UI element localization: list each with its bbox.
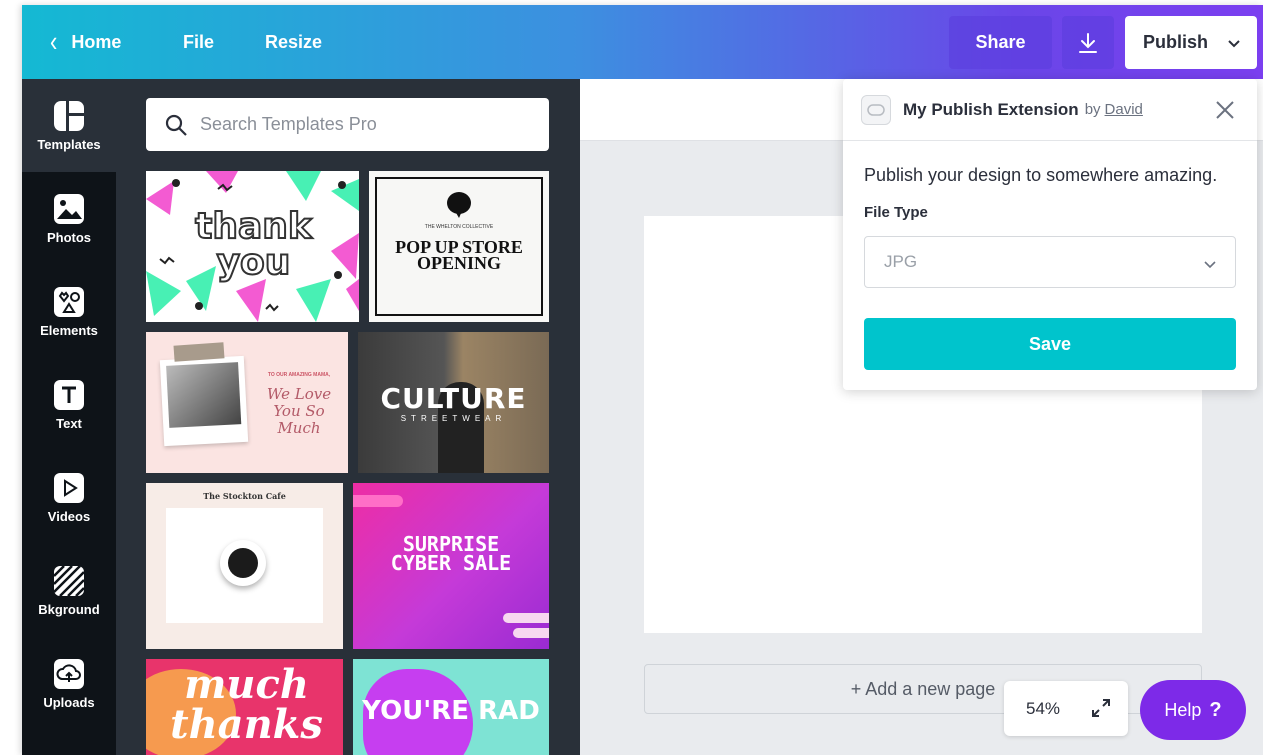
help-label: Help [1164,699,1202,720]
rail-label: Templates [37,136,101,152]
help-mark: ? [1209,698,1222,721]
popover-description: Publish your design to somewhere amazing… [864,165,1218,185]
videos-icon [54,472,84,503]
speech-bubble-icon [447,192,471,218]
template-title: The Stockton Cafe [203,491,286,501]
text-icon [54,379,84,410]
template-thumbnail[interactable]: TO OUR AMAZING MAMA, We Love You So Much [146,332,348,473]
rail-item-videos[interactable]: Videos [22,451,116,544]
templates-icon [54,100,84,131]
save-button[interactable]: Save [864,318,1236,370]
rail-label: Bkground [38,601,100,617]
side-rail: Templates Photos Elements Text Videos Bk… [22,79,116,755]
extension-icon [861,94,891,125]
zoom-control[interactable]: 54% [1004,681,1128,736]
template-brand: THE WHELTON COLLECTIVE [424,224,494,230]
editor-window: ‹ Home File Resize Share Publish Templat… [22,5,1263,755]
template-title: We Love You So Much [266,385,332,437]
help-button[interactable]: Help ? [1140,680,1246,740]
rail-item-uploads[interactable]: Uploads [22,637,116,730]
template-search[interactable] [146,98,549,151]
file-type-select[interactable]: JPG [864,236,1236,288]
template-thumbnail[interactable]: SURPRISE CYBER SALE [353,483,549,649]
search-icon [165,114,187,136]
rail-label: Videos [47,508,91,524]
search-input[interactable] [200,114,520,135]
download-icon [1079,32,1097,53]
file-type-label: File Type [864,204,928,221]
uploads-icon [54,658,84,689]
rail-item-background[interactable]: Bkground [22,544,116,637]
template-title: thank you [194,206,313,283]
rail-label: Elements [40,322,98,338]
publish-button[interactable]: Publish [1125,16,1257,69]
resize-button[interactable]: Resize [265,5,322,79]
download-button[interactable] [1062,16,1114,69]
rail-label: Uploads [43,694,95,710]
popover-by: by [1084,101,1101,118]
rail-label: Text [56,415,82,431]
popover-header: My Publish Extension by David [843,79,1257,141]
zoom-level: 54% [1026,698,1061,718]
photo-frame [159,355,249,447]
publish-popover: My Publish Extension by David Publish yo… [843,79,1257,390]
template-kicker: TO OUR AMAZING MAMA, [267,372,331,378]
chevron-left-icon: ‹ [50,25,58,58]
top-bar: ‹ Home File Resize Share Publish [22,5,1263,79]
expand-icon[interactable] [1090,697,1112,719]
photos-icon [54,193,84,224]
rail-item-text[interactable]: Text [22,358,116,451]
template-title: much thanks [170,661,323,748]
coffee-cup [220,540,266,586]
template-thumbnail[interactable]: thank you [146,171,359,322]
file-menu[interactable]: File [183,5,214,79]
template-title: CULTURE [380,382,527,415]
template-thumbnail[interactable]: much thanks [146,659,343,755]
chevron-down-icon [1204,261,1216,269]
publish-label: Publish [1143,32,1209,52]
rail-item-photos[interactable]: Photos [22,172,116,265]
file-type-value: JPG [884,252,918,271]
template-thumbnail[interactable]: CULTURE STREETWEAR [358,332,549,473]
template-title: POP UP STORE OPENING [395,237,523,273]
chevron-down-icon [1228,40,1240,48]
photo [166,362,242,428]
templates-panel: thank you THE WHELTON COLLECTIVE POP UP … [116,79,580,755]
template-thumbnail[interactable]: YOU'RE RAD [353,659,549,755]
close-icon[interactable] [1215,100,1235,120]
home-button[interactable]: ‹ Home [50,5,121,79]
template-subtitle: STREETWEAR [400,414,507,423]
template-thumbnail[interactable]: THE WHELTON COLLECTIVE POP UP STORE OPEN… [369,171,549,322]
popover-title: My Publish Extension [903,99,1079,119]
template-thumbnail[interactable]: The Stockton Cafe [146,483,343,649]
share-button[interactable]: Share [949,16,1052,69]
author-link[interactable]: David [1105,101,1143,118]
rail-item-elements[interactable]: Elements [22,265,116,358]
home-label: Home [71,31,122,52]
rail-item-templates[interactable]: Templates [22,79,116,172]
template-title: YOU'RE RAD [362,696,540,726]
rail-label: Photos [46,229,92,245]
template-title: SURPRISE CYBER SALE [390,532,512,575]
elements-icon [54,286,84,317]
background-icon [53,564,85,597]
